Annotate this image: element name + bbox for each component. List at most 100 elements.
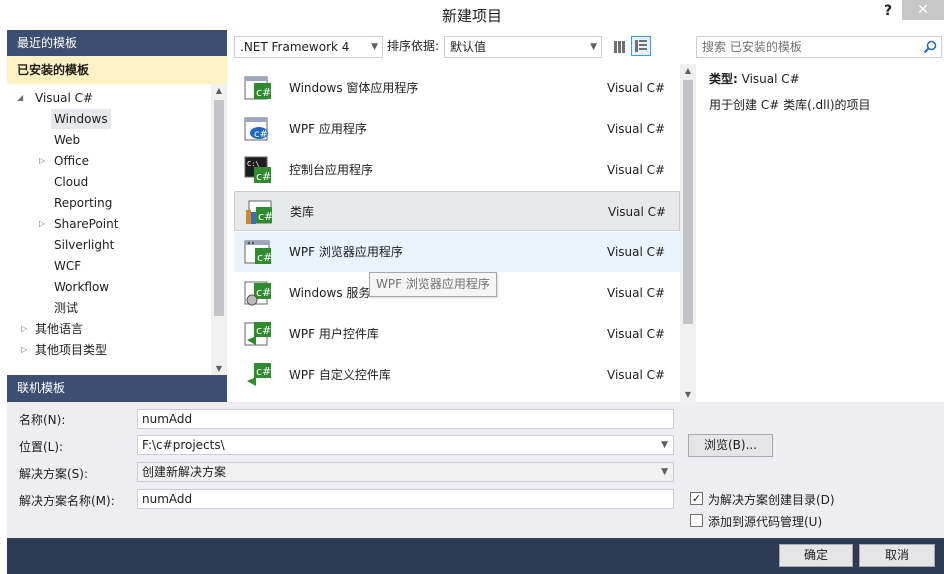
template-name: 类库 bbox=[290, 205, 315, 219]
search-input[interactable]: 搜索 已安装的模板 bbox=[696, 36, 942, 58]
tree-item-windows[interactable]: Windows bbox=[51, 109, 111, 129]
class-library-icon: c# bbox=[246, 200, 273, 224]
template-language: Visual C# bbox=[607, 163, 666, 177]
template-language: Visual C# bbox=[607, 122, 666, 136]
template-language: Visual C# bbox=[607, 327, 666, 341]
template-row[interactable]: c# WPF 用户控件库 Visual C# bbox=[234, 314, 680, 354]
list-view-button[interactable] bbox=[631, 36, 651, 56]
tree-scrollbar[interactable]: ▲ ▼ bbox=[211, 84, 227, 376]
recent-templates-header[interactable]: 最近的模板 bbox=[7, 30, 227, 56]
template-row[interactable]: C:\ c# 控制台应用程序 Visual C# bbox=[234, 150, 680, 190]
template-name: Windows 服务 bbox=[289, 286, 371, 300]
winforms-icon: c# bbox=[244, 76, 271, 100]
tree-collapsed-icon[interactable]: ▷ bbox=[39, 214, 49, 234]
scroll-up-icon[interactable]: ▲ bbox=[211, 84, 227, 98]
windows-service-icon: c# bbox=[244, 281, 271, 306]
online-templates-header[interactable]: 联机模板 bbox=[7, 375, 227, 402]
svg-text:c#: c# bbox=[257, 251, 272, 264]
location-input[interactable]: F:\c#projects\ ▼ bbox=[137, 435, 674, 455]
chevron-down-icon: ▼ bbox=[371, 42, 378, 52]
template-row[interactable]: c# Windows 窗体应用程序 Visual C# bbox=[234, 68, 680, 108]
tree-expanded-icon[interactable]: ◢ bbox=[17, 88, 27, 108]
chevron-down-icon[interactable]: ▼ bbox=[661, 463, 668, 481]
tree-collapsed-icon[interactable]: ▷ bbox=[21, 340, 31, 360]
title-bar: 新建项目 ? ✕ bbox=[0, 0, 944, 30]
solution-label: 解决方案(S): bbox=[19, 467, 89, 481]
template-tree: ◢ Visual C# Windows Web ▷ Office Cloud R… bbox=[7, 84, 211, 376]
wpf-app-icon: c# bbox=[244, 117, 268, 141]
svg-text:c#: c# bbox=[258, 210, 273, 223]
template-info-panel: 类型: Visual C# 用于创建 C# 类库(.dll)的项目 bbox=[697, 64, 944, 402]
template-list: c# Windows 窗体应用程序 Visual C# c# WPF 应用程序 … bbox=[234, 64, 680, 402]
tree-item-test[interactable]: 测试 bbox=[54, 298, 78, 318]
tree-item-visual-csharp[interactable]: Visual C# bbox=[35, 88, 93, 108]
dialog-footer: 确定 取消 bbox=[7, 538, 944, 574]
source-control-label[interactable]: 添加到源代码管理(U) bbox=[708, 513, 822, 530]
close-button[interactable]: ✕ bbox=[902, 0, 944, 20]
solution-name-input[interactable]: numAdd bbox=[137, 489, 674, 509]
tree-collapsed-icon[interactable]: ▷ bbox=[39, 151, 49, 171]
small-icons-view-button[interactable] bbox=[609, 36, 629, 56]
template-name: WPF 自定义控件库 bbox=[289, 368, 391, 382]
template-language: Visual C# bbox=[608, 205, 667, 219]
wpf-usercontrol-icon: c# bbox=[244, 322, 271, 346]
ok-button[interactable]: 确定 bbox=[779, 544, 853, 567]
tree-item-office[interactable]: Office bbox=[54, 151, 89, 171]
template-row-selected[interactable]: c# 类库 Visual C# bbox=[234, 191, 680, 231]
project-name-input[interactable]: numAdd bbox=[137, 409, 674, 429]
tree-item-cloud[interactable]: Cloud bbox=[54, 172, 88, 192]
tree-item-silverlight[interactable]: Silverlight bbox=[54, 235, 114, 255]
help-button[interactable]: ? bbox=[878, 2, 898, 22]
name-label: 名称(N): bbox=[19, 413, 66, 427]
tree-item-sharepoint[interactable]: SharePoint bbox=[54, 214, 118, 234]
location-value: F:\c#projects\ bbox=[142, 438, 225, 452]
tree-item-other-languages[interactable]: 其他语言 bbox=[35, 319, 83, 339]
scrollbar-thumb[interactable] bbox=[214, 100, 224, 316]
template-row[interactable]: c# WPF 应用程序 Visual C# bbox=[234, 109, 680, 149]
tree-item-web[interactable]: Web bbox=[54, 130, 80, 150]
dialog-title: 新建项目 bbox=[441, 7, 502, 25]
tree-item-other-project-types[interactable]: 其他项目类型 bbox=[35, 340, 107, 360]
solution-name-label: 解决方案名称(M): bbox=[19, 494, 115, 508]
svg-text:c#: c# bbox=[256, 365, 271, 378]
template-name: 控制台应用程序 bbox=[289, 163, 374, 177]
chevron-down-icon[interactable]: ▼ bbox=[661, 436, 668, 454]
template-name: WPF 应用程序 bbox=[289, 122, 367, 136]
scroll-down-icon[interactable]: ▼ bbox=[680, 388, 696, 402]
template-language: Visual C# bbox=[607, 81, 666, 95]
wpf-browser-icon: c# bbox=[244, 240, 272, 264]
console-icon: C:\ c# bbox=[244, 156, 271, 183]
sort-label: 排序依据: bbox=[387, 39, 440, 53]
template-type: 类型: Visual C# bbox=[709, 70, 800, 87]
template-row-hovered[interactable]: c# WPF 浏览器应用程序 Visual C# bbox=[234, 232, 680, 272]
cancel-button[interactable]: 取消 bbox=[859, 544, 935, 567]
template-name: WPF 用户控件库 bbox=[289, 327, 379, 341]
project-form: 名称(N): numAdd 位置(L): F:\c#projects\ ▼ 浏览… bbox=[7, 402, 944, 538]
installed-templates-header[interactable]: 已安装的模板 bbox=[7, 56, 227, 84]
template-list-scrollbar[interactable]: ▲ ▼ bbox=[680, 64, 696, 402]
browse-button[interactable]: 浏览(B)... bbox=[688, 434, 773, 457]
location-label: 位置(L): bbox=[19, 440, 64, 454]
tree-item-reporting[interactable]: Reporting bbox=[54, 193, 112, 213]
scroll-up-icon[interactable]: ▲ bbox=[680, 64, 696, 78]
framework-select[interactable]: .NET Framework 4 ▼ bbox=[234, 36, 383, 58]
solution-select[interactable]: 创建新解决方案 ▼ bbox=[137, 462, 674, 482]
tree-item-wcf[interactable]: WCF bbox=[54, 256, 81, 276]
scroll-down-icon[interactable]: ▼ bbox=[211, 362, 227, 376]
search-placeholder: 搜索 已安装的模板 bbox=[702, 40, 802, 54]
tree-item-workflow[interactable]: Workflow bbox=[54, 277, 109, 297]
scrollbar-thumb[interactable] bbox=[683, 80, 693, 324]
template-description: 用于创建 C# 类库(.dll)的项目 bbox=[709, 98, 871, 112]
create-directory-checkbox[interactable]: ✓ bbox=[690, 492, 703, 505]
tree-collapsed-icon[interactable]: ▷ bbox=[21, 319, 31, 339]
type-value: Visual C# bbox=[741, 72, 800, 86]
search-icon[interactable] bbox=[923, 40, 937, 54]
template-language: Visual C# bbox=[607, 286, 666, 300]
sort-select[interactable]: 默认值 ▼ bbox=[444, 36, 602, 58]
source-control-checkbox[interactable] bbox=[690, 514, 703, 527]
template-language: Visual C# bbox=[607, 245, 666, 259]
template-row[interactable]: c# WPF 自定义控件库 Visual C# bbox=[234, 355, 680, 395]
create-directory-label[interactable]: 为解决方案创建目录(D) bbox=[708, 491, 835, 508]
svg-text:C:\: C:\ bbox=[247, 160, 260, 168]
framework-value: .NET Framework 4 bbox=[240, 40, 350, 54]
